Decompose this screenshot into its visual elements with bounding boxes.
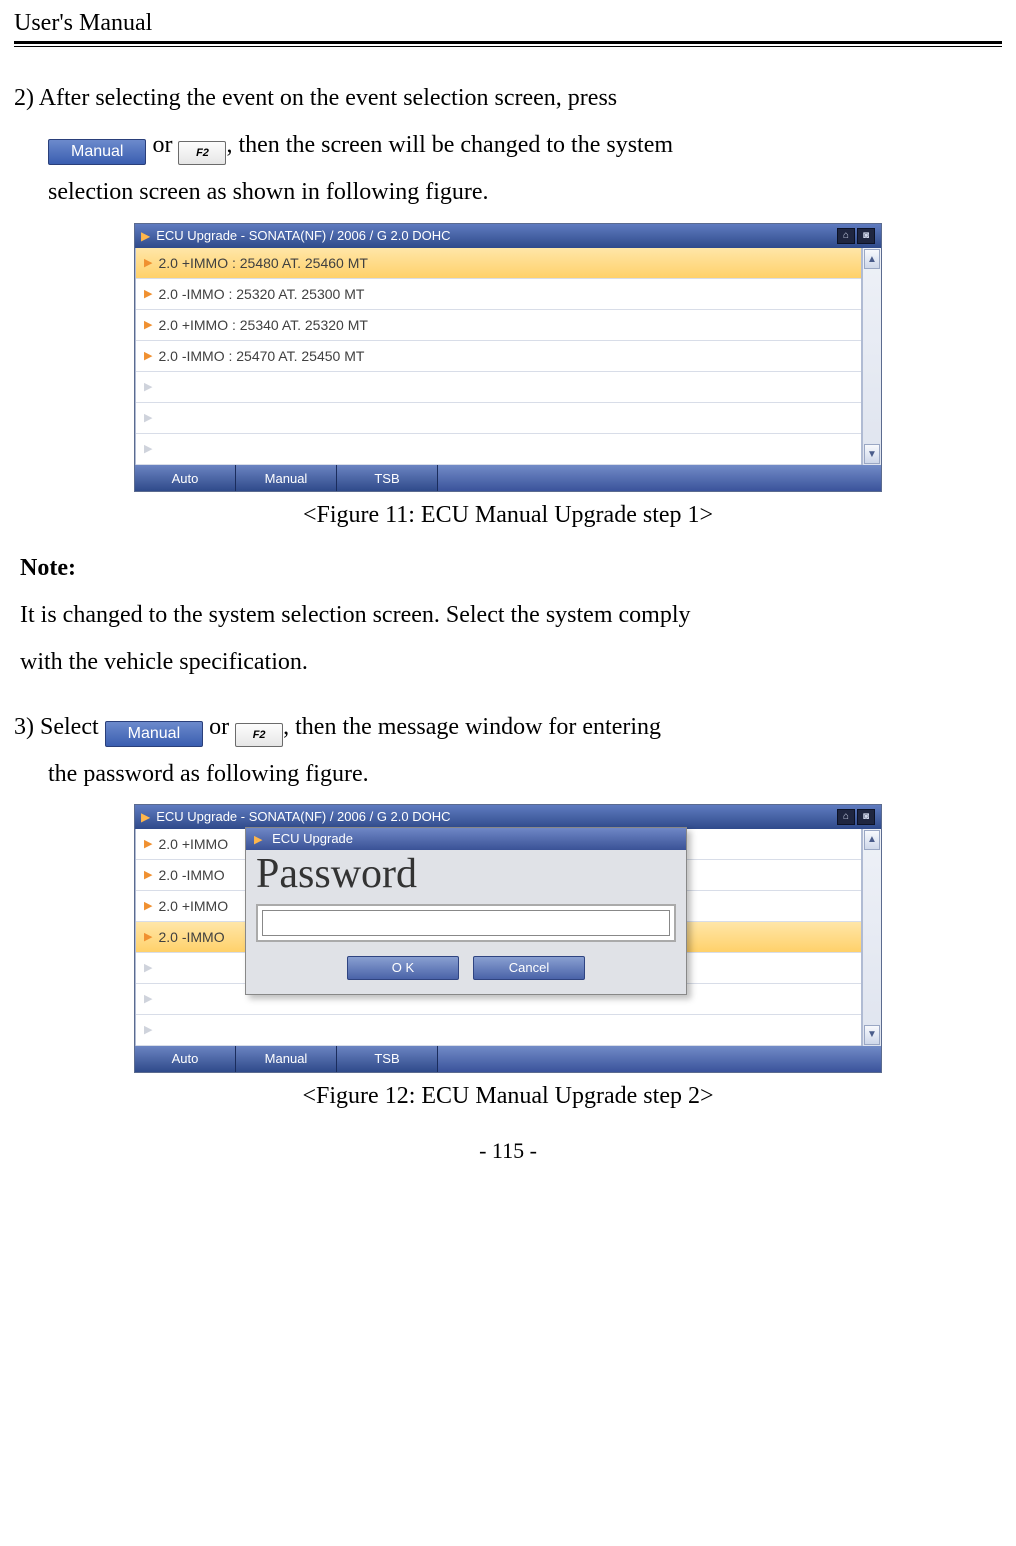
list-item-empty: ▶ [136,403,861,434]
scrollbar[interactable]: ▲ ▼ [862,829,881,1046]
note-line-1: It is changed to the system selection sc… [20,602,691,628]
arrow-icon: ▶ [144,341,152,371]
home-icon[interactable]: ⌂ [837,228,855,244]
step-3-paragraph: 3) Select Manual or F2, then the message… [14,704,1002,798]
manual-button-inline[interactable]: Manual [48,139,146,165]
list-item[interactable]: ▶2.0 -IMMO : 25470 AT. 25450 MT [136,341,861,372]
tab-auto[interactable]: Auto [135,1046,236,1072]
tab-auto[interactable]: Auto [135,465,236,491]
scroll-up-icon[interactable]: ▲ [864,830,880,850]
note-line-2: with the vehicle specification. [20,649,308,675]
arrow-icon: ▶ [254,834,262,846]
figure-12-caption: <Figure 12: ECU Manual Upgrade step 2> [14,1083,1002,1110]
camera-icon[interactable]: ◙ [857,809,875,825]
list-item-label: 2.0 +IMMO : 25340 AT. 25320 MT [158,310,367,340]
ok-button[interactable]: O K [347,956,459,980]
dialog-titlebar: ▶ ECU Upgrade [246,828,686,850]
home-icon[interactable]: ⌂ [837,809,855,825]
page-header: User's Manual [14,10,1002,37]
list-item-empty: ▶ [136,372,861,403]
list-item-label: 2.0 +IMMO [158,891,228,921]
page-number: - 115 - [14,1138,1002,1164]
arrow-icon: ▶ [144,310,152,340]
step-2-prefix: 2) [14,85,34,111]
step-3-text-a: Select [40,714,105,740]
list-item-label: 2.0 +IMMO : 25480 AT. 25460 MT [158,248,367,278]
password-dialog: ▶ ECU Upgrade Password O K Cancel [245,827,687,995]
scroll-down-icon[interactable]: ▼ [864,1025,880,1045]
list-item-label: 2.0 -IMMO [158,860,224,890]
list-item-label: 2.0 -IMMO : 25320 AT. 25300 MT [158,279,364,309]
arrow-icon: ▶ [144,248,152,278]
figure-12-title-text: ECU Upgrade - SONATA(NF) / 2006 / G 2.0 … [156,805,450,829]
scrollbar[interactable]: ▲ ▼ [862,248,881,465]
figure-12-titlebar: ▶ ECU Upgrade - SONATA(NF) / 2006 / G 2.… [135,805,881,829]
arrow-icon: ▶ [144,829,152,859]
arrow-icon: ▶ [141,224,150,248]
cancel-button[interactable]: Cancel [473,956,585,980]
step-3-text-line2: the password as following figure. [48,761,369,787]
figure-11-screenshot: ▶ ECU Upgrade - SONATA(NF) / 2006 / G 2.… [134,223,882,492]
note-heading: Note: [20,555,1002,582]
header-rule-thin [14,46,1002,47]
tab-empty [438,465,881,491]
arrow-icon: ▶ [144,860,152,890]
camera-icon[interactable]: ◙ [857,228,875,244]
step-2-text-or: or [152,132,178,158]
password-label: Password [256,850,676,898]
list-item-label: 2.0 -IMMO [158,922,224,952]
tab-manual[interactable]: Manual [236,465,337,491]
tab-empty [438,1046,881,1072]
step-2-text-a: After selecting the event on the event s… [39,85,617,111]
figure-11-caption: <Figure 11: ECU Manual Upgrade step 1> [14,502,1002,529]
scroll-down-icon[interactable]: ▼ [864,444,880,464]
figure-11-title-text: ECU Upgrade - SONATA(NF) / 2006 / G 2.0 … [156,224,450,248]
step-3-text-b: or [209,714,235,740]
step-3-text-c: , then the message window for entering [283,714,661,740]
list-item[interactable]: ▶2.0 +IMMO : 25480 AT. 25460 MT [136,248,861,279]
f2-key-inline-2[interactable]: F2 [235,723,283,747]
step-3-prefix: 3) [14,714,34,740]
figure-11-titlebar: ▶ ECU Upgrade - SONATA(NF) / 2006 / G 2.… [135,224,881,248]
tab-manual[interactable]: Manual [236,1046,337,1072]
arrow-icon: ▶ [144,891,152,921]
step-2-paragraph: 2) After selecting the event on the even… [14,75,1002,215]
list-item[interactable]: ▶2.0 +IMMO : 25340 AT. 25320 MT [136,310,861,341]
list-item-empty: ▶ [136,434,861,465]
scroll-up-icon[interactable]: ▲ [864,249,880,269]
header-rule-thick [14,41,1002,44]
arrow-icon: ▶ [144,922,152,952]
arrow-icon: ▶ [144,279,152,309]
f2-key-inline[interactable]: F2 [178,141,226,165]
list-item-label: 2.0 -IMMO : 25470 AT. 25450 MT [158,341,364,371]
arrow-icon: ▶ [141,805,150,829]
tab-tsb[interactable]: TSB [337,465,438,491]
list-item-label: 2.0 +IMMO [158,829,228,859]
step-2-text-c: , then the screen will be changed to the… [226,132,673,158]
dialog-title-text: ECU Upgrade [272,831,353,846]
step-2-text-line2: selection screen as shown in following f… [48,179,489,205]
password-field-border [256,904,676,942]
list-item[interactable]: ▶2.0 -IMMO : 25320 AT. 25300 MT [136,279,861,310]
password-input[interactable] [262,910,670,936]
list-item-empty: ▶ [136,1015,861,1046]
tab-tsb[interactable]: TSB [337,1046,438,1072]
figure-12-screenshot: ▶ ECU Upgrade - SONATA(NF) / 2006 / G 2.… [134,804,882,1073]
manual-button-inline-2[interactable]: Manual [105,721,203,747]
